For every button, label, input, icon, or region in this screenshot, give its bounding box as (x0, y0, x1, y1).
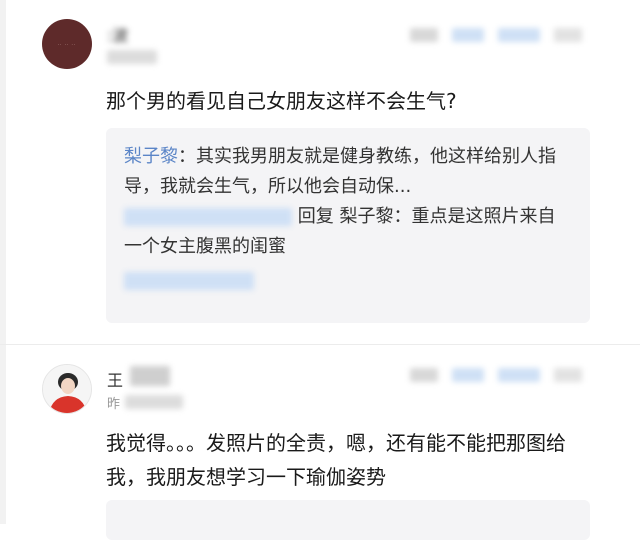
comment-actions (410, 368, 582, 382)
avatar[interactable] (42, 364, 92, 414)
reply-mention[interactable]: 梨子黎 (339, 206, 393, 227)
username[interactable]: :波 (107, 22, 128, 46)
comment-actions (410, 28, 582, 42)
username[interactable]: 王 (107, 367, 123, 391)
avatar[interactable]: ·· ·· ·· (42, 19, 92, 69)
like-action[interactable] (498, 28, 540, 42)
reply-item: 回复 梨子黎：重点是这照片来自一个女主腹黑的闺蜜 (124, 202, 572, 262)
reply-box (106, 500, 590, 540)
timestamp-masked (107, 50, 157, 64)
more-action[interactable] (554, 368, 582, 382)
reply-user-masked[interactable] (124, 208, 292, 226)
timestamp-masked (125, 395, 183, 409)
more-action[interactable] (554, 28, 582, 42)
reply-author[interactable]: 梨子黎 (124, 146, 178, 167)
left-edge (0, 0, 6, 524)
report-action[interactable] (410, 28, 438, 42)
more-replies-link[interactable] (124, 272, 254, 290)
reply-action[interactable] (452, 28, 484, 42)
divider (0, 344, 640, 345)
reply-text: ：其实我男朋友就是健身教练，他这样给别人指导，我就会生气，所以他会自动保... (124, 146, 556, 197)
comment-text: 那个男的看见自己女朋友这样不会生气? (106, 89, 457, 113)
reply-item: 梨子黎：其实我男朋友就是健身教练，他这样给别人指导，我就会生气，所以他会自动保.… (124, 142, 572, 202)
reply-prefix: 回复 (297, 206, 334, 227)
reply-box: 梨子黎：其实我男朋友就是健身教练，他这样给别人指导，我就会生气，所以他会自动保.… (106, 128, 590, 323)
timestamp: 昨 (107, 397, 121, 412)
report-action[interactable] (410, 368, 438, 382)
comment-text: 我觉得。。。发照片的全责，嗯，还有能不能把那图给我，我朋友想学习一下瑜伽姿势 (106, 431, 566, 489)
username-masked (130, 366, 170, 386)
reply-action[interactable] (452, 368, 484, 382)
like-action[interactable] (498, 368, 540, 382)
